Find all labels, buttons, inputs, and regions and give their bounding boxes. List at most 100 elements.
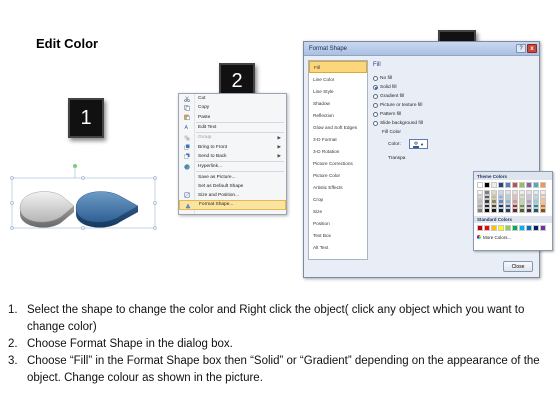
more-colors-link[interactable]: More Colors... xyxy=(474,235,552,240)
color-swatch[interactable] xyxy=(512,224,518,231)
submenu-arrow-icon: ▶ xyxy=(277,144,281,150)
color-swatch[interactable] xyxy=(540,224,546,231)
color-swatch[interactable] xyxy=(526,182,532,188)
paint-bucket-icon xyxy=(413,140,420,148)
menu-item-copy[interactable]: Copy xyxy=(179,103,286,112)
rotation-handle[interactable] xyxy=(73,164,77,168)
color-swatch[interactable] xyxy=(519,182,525,188)
radio-label: Picture or texture fill xyxy=(380,103,423,108)
color-swatch[interactable] xyxy=(477,224,483,231)
fill-color-label: Fill Color xyxy=(382,130,401,135)
radio-gradient-fill[interactable]: Gradient fill xyxy=(373,94,404,99)
instruction-item: 2. Choose Format Shape in the dialog box… xyxy=(8,336,553,353)
nav-item-glow[interactable]: Glow and Soft Edges xyxy=(309,121,367,133)
color-wheel-icon xyxy=(477,235,481,240)
color-swatch[interactable] xyxy=(519,208,525,213)
nav-item-text-box[interactable]: Text Box xyxy=(309,229,367,241)
nav-item-picture-corrections[interactable]: Picture Corrections xyxy=(309,157,367,169)
color-swatch[interactable] xyxy=(519,224,525,231)
nav-item-line-style[interactable]: Line Style xyxy=(309,85,367,97)
color-swatch[interactable] xyxy=(498,208,504,213)
menu-item-label: Copy xyxy=(198,105,210,111)
color-swatch[interactable] xyxy=(533,224,539,231)
nav-item-crop[interactable]: Crop xyxy=(309,193,367,205)
close-button[interactable]: Close xyxy=(503,261,533,272)
color-swatch[interactable] xyxy=(533,208,539,213)
color-swatch[interactable] xyxy=(484,182,490,188)
radio-solid-fill[interactable]: Solid fill xyxy=(373,85,397,90)
menu-item-save-as-picture[interactable]: Save as Picture... xyxy=(179,172,286,181)
color-swatch[interactable] xyxy=(491,182,497,188)
nav-item-size[interactable]: Size xyxy=(309,205,367,217)
nav-item-position[interactable]: Position xyxy=(309,217,367,229)
color-swatch[interactable] xyxy=(477,182,483,188)
instruction-item: 1. Select the shape to change the color … xyxy=(8,302,553,336)
menu-item-cut[interactable]: Cut xyxy=(179,94,286,103)
color-picker-button[interactable]: ▼ xyxy=(409,139,428,149)
help-button[interactable]: ? xyxy=(516,44,526,53)
close-x-button[interactable]: x xyxy=(527,44,537,53)
menu-item-group[interactable]: Group ▶ xyxy=(179,133,286,142)
more-colors-label: More Colors... xyxy=(483,234,512,240)
radio-picture-fill[interactable]: Picture or texture fill xyxy=(373,103,422,108)
menu-item-paste[interactable]: Paste xyxy=(179,113,286,122)
nav-item-artistic-effects[interactable]: Artistic Effects xyxy=(309,181,367,193)
radio-label: Slide background fill xyxy=(380,121,423,126)
color-swatch[interactable] xyxy=(505,224,511,231)
menu-item-label: Format Shape... xyxy=(199,202,234,208)
color-swatch[interactable] xyxy=(505,208,511,213)
color-swatch[interactable] xyxy=(505,182,511,188)
grey-drop-shape[interactable] xyxy=(19,191,75,228)
color-swatch[interactable] xyxy=(477,208,483,213)
color-swatch[interactable] xyxy=(498,182,504,188)
color-swatch[interactable] xyxy=(540,182,546,188)
copy-icon xyxy=(184,105,190,111)
theme-colors-row xyxy=(474,180,552,190)
menu-item-hyperlink[interactable]: Hyperlink... xyxy=(179,162,286,171)
menu-item-label: Hyperlink... xyxy=(198,164,222,170)
nav-item-reflection[interactable]: Reflection xyxy=(309,109,367,121)
menu-item-size-position[interactable]: Size and Position... xyxy=(179,191,286,200)
menu-item-label: Edit Text xyxy=(198,125,217,131)
radio-no-fill[interactable]: No fill xyxy=(373,76,392,81)
nav-item-3d-rotation[interactable]: 3-D Rotation xyxy=(309,145,367,157)
menu-item-format-shape[interactable]: Format Shape... xyxy=(179,200,286,210)
color-swatch[interactable] xyxy=(484,208,490,213)
blue-drop-shape[interactable] xyxy=(75,191,139,228)
color-swatch[interactable] xyxy=(484,224,490,231)
color-swatch[interactable] xyxy=(526,224,532,231)
radio-slide-background-fill[interactable]: Slide background fill xyxy=(373,121,423,126)
nav-item-picture-color[interactable]: Picture Color xyxy=(309,169,367,181)
color-swatch[interactable] xyxy=(491,208,497,213)
format-shape-icon xyxy=(185,203,191,209)
color-swatch[interactable] xyxy=(540,208,546,213)
color-swatch[interactable] xyxy=(512,208,518,213)
menu-item-send-to-back[interactable]: Send to Back ▶ xyxy=(179,152,286,161)
color-swatch[interactable] xyxy=(526,208,532,213)
radio-label: Gradient fill xyxy=(380,94,405,99)
standard-colors-header: Standard Colors xyxy=(474,215,552,223)
nav-item-line-color[interactable]: Line Color xyxy=(309,73,367,85)
scissors-icon xyxy=(184,95,190,102)
nav-item-alt-text[interactable]: Alt Text xyxy=(309,241,367,253)
nav-item-shadow[interactable]: Shadow xyxy=(309,97,367,109)
menu-item-set-default-shape[interactable]: Set as Default Shape xyxy=(179,182,286,191)
instruction-number: 3. xyxy=(8,355,18,367)
radio-label: Pattern fill xyxy=(380,112,402,117)
color-swatch[interactable] xyxy=(533,182,539,188)
dialog-title-bar[interactable]: Format Shape ? x xyxy=(304,42,539,56)
menu-item-edit-text[interactable]: A Edit Text xyxy=(179,123,286,132)
menu-item-bring-to-front[interactable]: Bring to Front ▶ xyxy=(179,142,286,151)
nav-item-fill[interactable]: Fill xyxy=(309,61,367,73)
color-swatch[interactable] xyxy=(491,224,497,231)
nav-item-3d-format[interactable]: 3-D Format xyxy=(309,133,367,145)
radio-label: No fill xyxy=(380,76,392,81)
color-swatch[interactable] xyxy=(512,182,518,188)
instruction-number: 2. xyxy=(8,338,18,350)
context-menu: Cut Copy Paste A Edit Text Group ▶ Bring… xyxy=(178,93,287,215)
submenu-arrow-icon: ▶ xyxy=(277,153,281,159)
color-palette-dropdown: Theme Colors Standard Colors More Colors… xyxy=(473,171,553,251)
radio-pattern-fill[interactable]: Pattern fill xyxy=(373,112,401,117)
color-swatch[interactable] xyxy=(498,224,504,231)
dialog-title: Format Shape xyxy=(309,45,348,52)
